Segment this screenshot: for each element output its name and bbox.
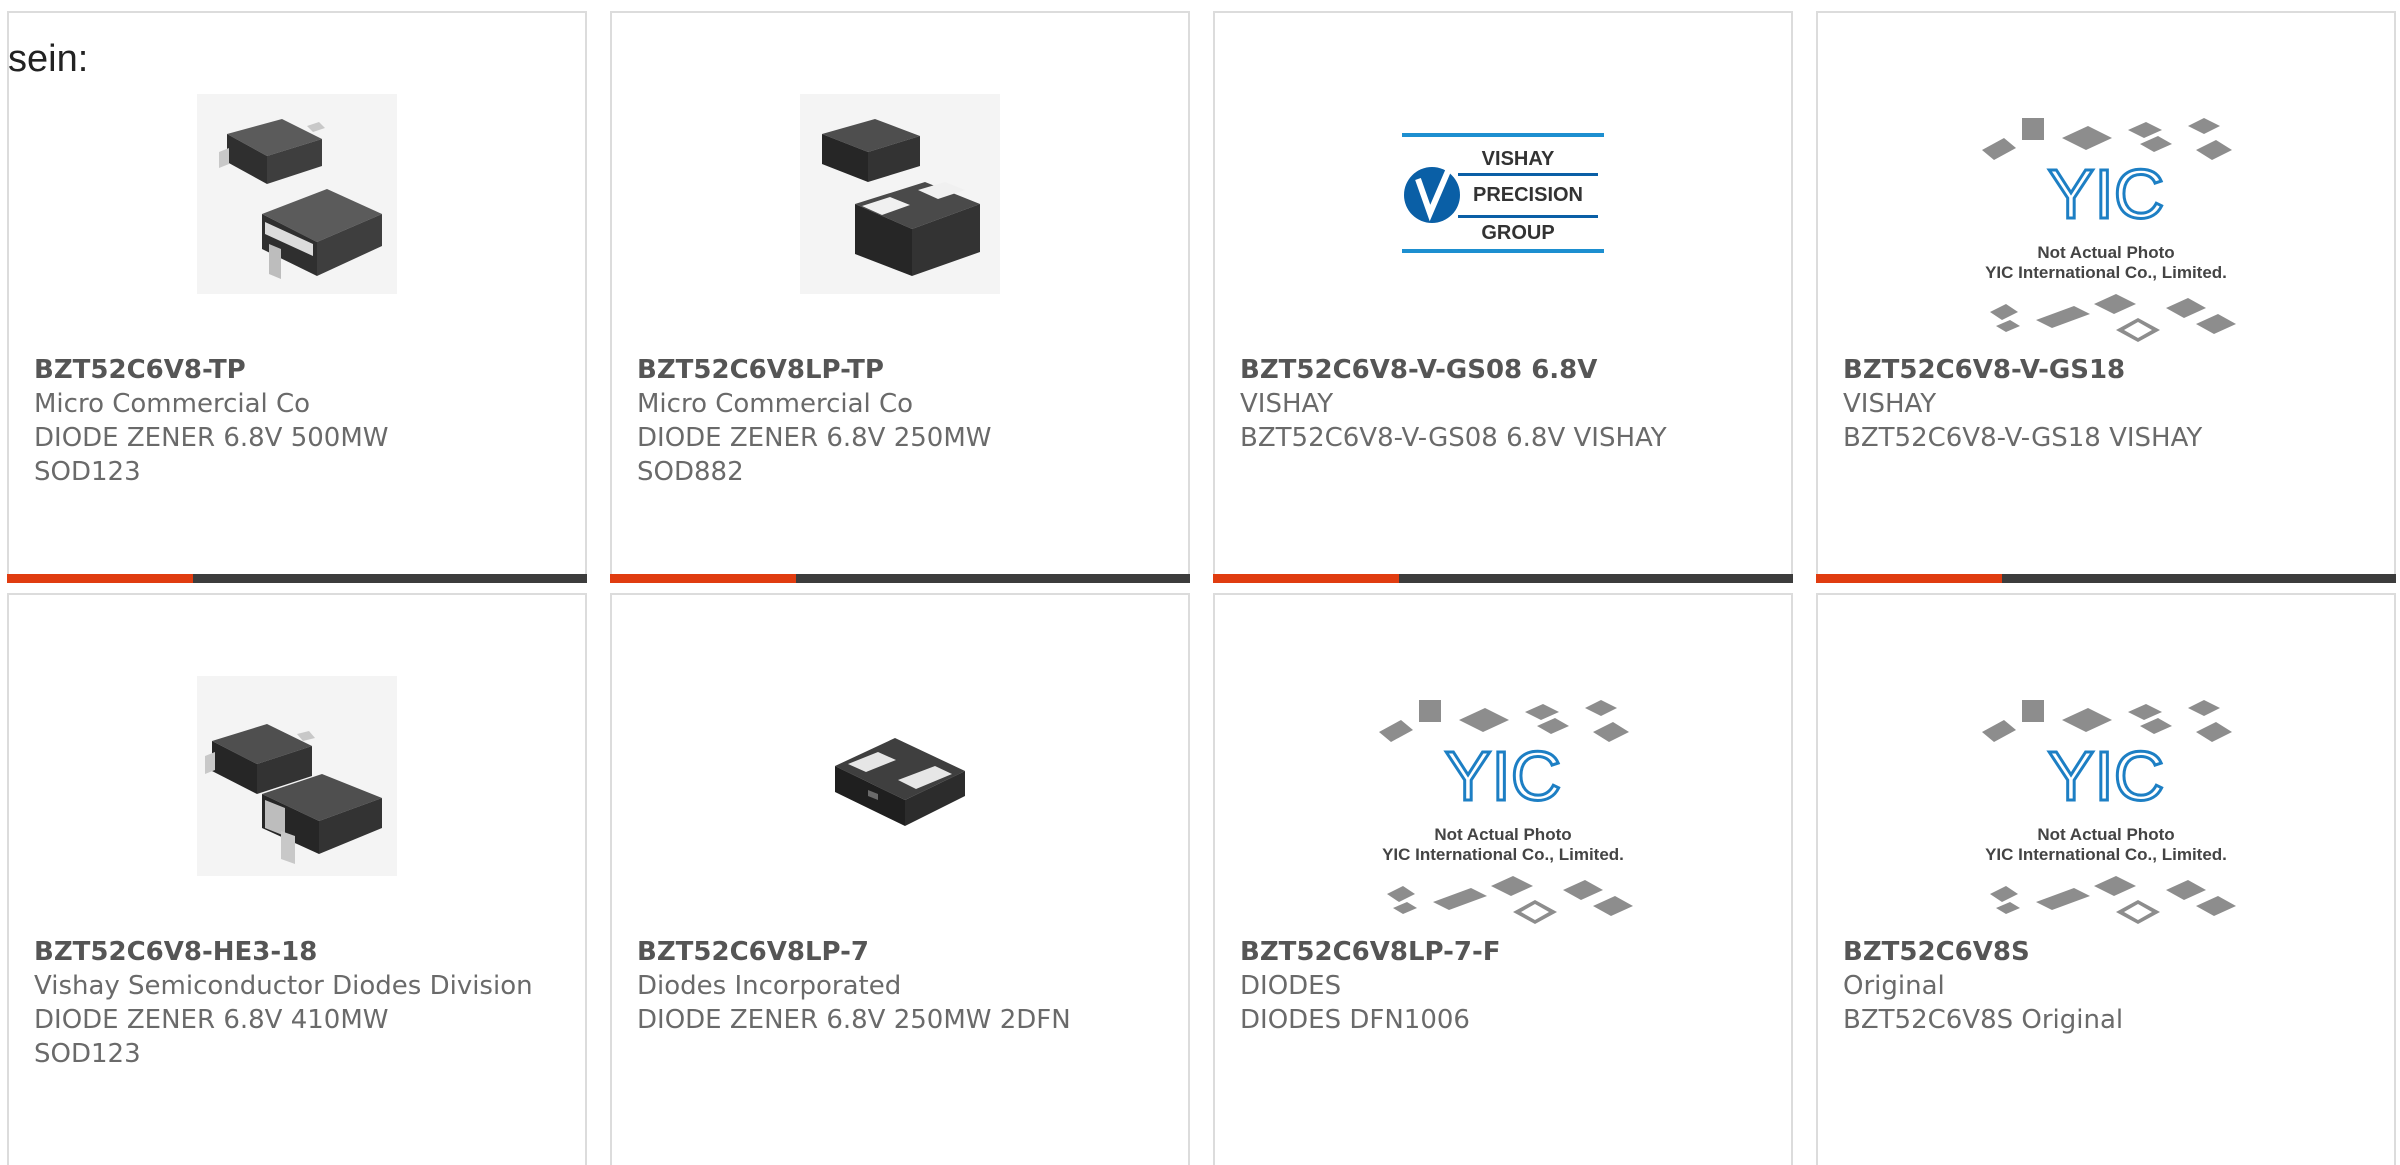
lead-text: sein: — [8, 38, 89, 80]
yic-placeholder-icon: YIC Not Actual Photo YIC International C… — [1379, 700, 1633, 924]
product-image[interactable]: YIC Not Actual Photo YIC International C… — [1961, 685, 2251, 945]
vishay-logo-icon: VISHAY PRECISION GROUP — [1402, 133, 1604, 253]
yic-placeholder-icon: YIC Not Actual Photo YIC International C… — [1982, 700, 2236, 924]
placeholder-caption-2: YIC International Co., Limited. — [1382, 845, 1624, 864]
description: DIODE ZENER 6.8V 250MW 2DFN — [637, 1005, 1071, 1035]
product-info: BZT52C6V8-V-GS18 VISHAY BZT52C6V8-V-GS18… — [1843, 353, 2374, 455]
part-number-link[interactable]: BZT52C6V8-HE3-18 — [34, 935, 565, 969]
product-image[interactable] — [785, 79, 1015, 309]
product-card[interactable]: BZT52C6V8LP-TP Micro Commercial Co DIODE… — [610, 11, 1190, 583]
manufacturer: VISHAY — [1843, 389, 1937, 419]
manufacturer: DIODES — [1240, 971, 1342, 1001]
yic-logo-text: YIC — [2048, 155, 2165, 233]
package: SOD882 — [637, 457, 744, 487]
placeholder-caption-1: Not Actual Photo — [2037, 825, 2174, 844]
part-number-link[interactable]: BZT52C6V8-V-GS08 6.8V — [1240, 353, 1771, 387]
product-info: BZT52C6V8S Original BZT52C6V8S Original — [1843, 935, 2374, 1037]
description: DIODES DFN1006 — [1240, 1005, 1470, 1035]
product-image[interactable] — [182, 79, 412, 309]
part-number-link[interactable]: BZT52C6V8S — [1843, 935, 2374, 969]
yic-logo-text: YIC — [1445, 737, 1562, 815]
product-card[interactable]: BZT52C6V8LP-7 Diodes Incorporated DIODE … — [610, 593, 1190, 1165]
product-info: BZT52C6V8-V-GS08 6.8V VISHAY BZT52C6V8-V… — [1240, 353, 1771, 455]
product-info: BZT52C6V8LP-7 Diodes Incorporated DIODE … — [637, 935, 1168, 1037]
product-grid: BZT52C6V8-TP Micro Commercial Co DIODE Z… — [7, 11, 2400, 1165]
description: BZT52C6V8S Original — [1843, 1005, 2124, 1035]
manufacturer: Diodes Incorporated — [637, 971, 902, 1001]
description: DIODE ZENER 6.8V 410MW — [34, 1005, 389, 1035]
card-bottom-bar — [610, 574, 1190, 583]
product-card[interactable]: YIC Not Actual Photo YIC International C… — [1816, 11, 2396, 583]
product-info: BZT52C6V8-HE3-18 Vishay Semiconductor Di… — [34, 935, 565, 1071]
description: BZT52C6V8-V-GS08 6.8V VISHAY — [1240, 423, 1667, 453]
package: SOD123 — [34, 1039, 141, 1069]
part-number-link[interactable]: BZT52C6V8LP-7 — [637, 935, 1168, 969]
manufacturer: Vishay Semiconductor Diodes Division — [34, 971, 533, 1001]
sod123-diode-icon — [197, 94, 397, 294]
product-card[interactable]: VISHAY PRECISION GROUP BZT52C6V8-V-GS08 … — [1213, 11, 1793, 583]
manufacturer: Original — [1843, 971, 1945, 1001]
product-image[interactable]: YIC Not Actual Photo YIC International C… — [1358, 685, 1648, 945]
product-card[interactable]: BZT52C6V8-TP Micro Commercial Co DIODE Z… — [7, 11, 587, 583]
manufacturer: Micro Commercial Co — [34, 389, 311, 419]
part-number-link[interactable]: BZT52C6V8LP-7-F — [1240, 935, 1771, 969]
product-info: BZT52C6V8-TP Micro Commercial Co DIODE Z… — [34, 353, 565, 489]
part-number-link[interactable]: BZT52C6V8-V-GS18 — [1843, 353, 2374, 387]
placeholder-caption-1: Not Actual Photo — [1434, 825, 1571, 844]
sod882-diode-icon — [800, 94, 1000, 294]
vishay-logo-line-3: GROUP — [1481, 222, 1554, 244]
card-bottom-bar — [1213, 574, 1793, 583]
package: SOD123 — [34, 457, 141, 487]
part-number-link[interactable]: BZT52C6V8LP-TP — [637, 353, 1168, 387]
description: DIODE ZENER 6.8V 250MW — [637, 423, 992, 453]
card-bottom-bar — [7, 574, 587, 583]
product-info: BZT52C6V8LP-7-F DIODES DIODES DFN1006 — [1240, 935, 1771, 1037]
placeholder-caption-1: Not Actual Photo — [2037, 243, 2174, 262]
vishay-logo-line-1: VISHAY — [1482, 148, 1555, 170]
product-card[interactable]: YIC Not Actual Photo YIC International C… — [1213, 593, 1793, 1165]
manufacturer: Micro Commercial Co — [637, 389, 914, 419]
product-image[interactable] — [785, 661, 1015, 891]
placeholder-caption-2: YIC International Co., Limited. — [1985, 263, 2227, 282]
manufacturer: VISHAY — [1240, 389, 1334, 419]
product-image[interactable]: YIC Not Actual Photo YIC International C… — [1961, 103, 2251, 363]
yic-placeholder-icon: YIC Not Actual Photo YIC International C… — [1982, 118, 2236, 342]
placeholder-caption-2: YIC International Co., Limited. — [1985, 845, 2227, 864]
product-image[interactable]: VISHAY PRECISION GROUP — [1388, 79, 1618, 309]
product-card[interactable]: BZT52C6V8-HE3-18 Vishay Semiconductor Di… — [7, 593, 587, 1165]
description: BZT52C6V8-V-GS18 VISHAY — [1843, 423, 2203, 453]
sod123-diode-icon — [197, 676, 397, 876]
yic-logo-text: YIC — [2048, 737, 2165, 815]
product-info: BZT52C6V8LP-TP Micro Commercial Co DIODE… — [637, 353, 1168, 489]
vishay-logo-line-2: PRECISION — [1473, 184, 1583, 206]
product-image[interactable] — [182, 661, 412, 891]
description: DIODE ZENER 6.8V 500MW — [34, 423, 389, 453]
part-number-link[interactable]: BZT52C6V8-TP — [34, 353, 565, 387]
dfn-diode-icon — [835, 738, 965, 826]
card-bottom-bar — [1816, 574, 2396, 583]
product-card[interactable]: YIC Not Actual Photo YIC International C… — [1816, 593, 2396, 1165]
